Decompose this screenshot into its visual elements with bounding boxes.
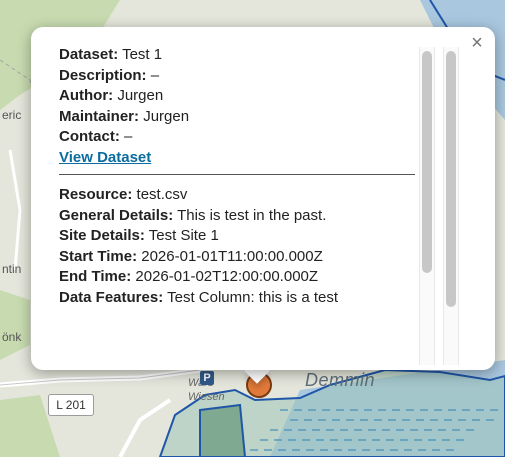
map-place-label: ntin	[2, 262, 22, 276]
maintainer-row: Maintainer: Jurgen	[59, 107, 419, 128]
road	[8, 149, 22, 271]
description-row: Description: –	[59, 66, 419, 87]
field-value: Test 1	[122, 46, 163, 63]
map-place-label: önk	[2, 330, 22, 344]
field-label: General Details:	[59, 206, 174, 224]
outer-scrollbar[interactable]	[443, 47, 459, 365]
field-value: –	[150, 66, 160, 84]
end-time-row: End Time: 2026-01-02T12:00:00.000Z	[59, 267, 419, 288]
field-label: Author:	[59, 87, 114, 104]
author-row: Author: Jurgen	[59, 86, 419, 107]
field-value: –	[124, 128, 133, 145]
popup-content[interactable]: Dataset: Test 1 Description: – Author: J…	[59, 45, 419, 365]
field-label: Start Time:	[59, 247, 138, 265]
divider	[59, 174, 415, 175]
field-label: Dataset:	[59, 46, 119, 63]
site-details-row: Site Details: Test Site 1	[59, 226, 419, 247]
map-place-label: eric	[2, 108, 22, 122]
field-value: Test Column: this is a test	[167, 288, 339, 306]
view-dataset-link[interactable]: View Dataset	[59, 148, 151, 169]
map-popup: × Dataset: Test 1 Description: – Author:…	[31, 27, 495, 370]
field-label: Maintainer:	[59, 107, 140, 125]
field-value: 2026-01-02T12:00:00.000Z	[135, 268, 319, 285]
field-value: Test Site 1	[148, 227, 219, 244]
general-details-row: General Details: This is test in the pas…	[59, 206, 419, 227]
outer-scrollbar-thumb[interactable]	[446, 51, 456, 307]
inner-scrollbar-thumb[interactable]	[422, 51, 432, 273]
field-label: Site Details:	[59, 227, 145, 244]
forest-area	[0, 290, 30, 360]
field-value: This is test in the past.	[177, 206, 327, 224]
field-value: test.csv	[136, 186, 188, 203]
field-label: End Time:	[59, 268, 132, 285]
field-value: Jurgen	[117, 87, 164, 104]
resource-row: Resource: test.csv	[59, 185, 419, 206]
field-label: Contact:	[59, 128, 120, 145]
field-label: Description:	[59, 66, 147, 84]
contact-row: Contact: –	[59, 127, 419, 148]
field-value: Jurgen	[143, 107, 190, 125]
start-time-row: Start Time: 2026-01-01T11:00:00.000Z	[59, 247, 419, 268]
parking-icon: P	[200, 371, 214, 385]
road-shield-l201: L 201	[48, 394, 94, 416]
field-label: Data Features:	[59, 288, 164, 306]
close-button[interactable]: ×	[465, 31, 489, 55]
dataset-row: Dataset: Test 1	[59, 45, 419, 66]
protected-area	[199, 403, 247, 457]
field-value: 2026-01-01T11:00:00.000Z	[141, 247, 323, 265]
field-label: Resource:	[59, 186, 133, 203]
data-features-row: Data Features: Test Column: this is a te…	[59, 288, 419, 309]
inner-scrollbar[interactable]	[419, 47, 435, 365]
map-place-label-demmin: Demmin	[305, 370, 376, 390]
